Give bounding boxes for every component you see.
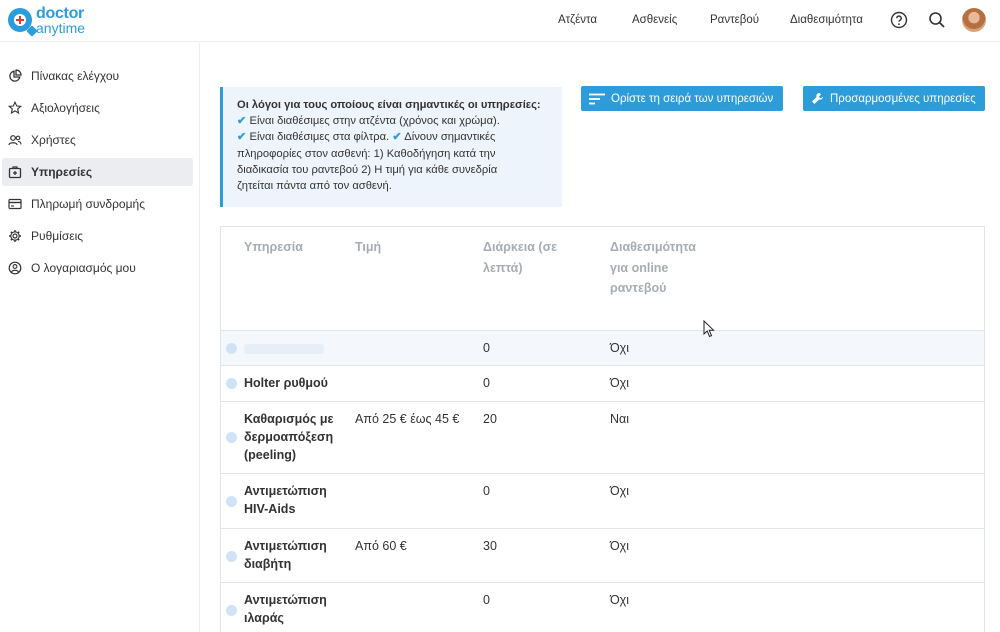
sidebar-item-my-account[interactable]: Ο λογαριασμός μου [2, 254, 193, 282]
nav-appointments[interactable]: Ραντεβού [710, 0, 759, 42]
order-services-button[interactable]: Ορίστε τη σειρά των υπηρεσιών [581, 86, 783, 111]
sort-lines-icon [589, 93, 605, 104]
header-service[interactable]: Υπηρεσία [244, 237, 303, 258]
gear-icon [9, 230, 21, 242]
wrench-icon [812, 92, 824, 104]
service-online: Όχι [610, 376, 630, 390]
service-online: Όχι [610, 539, 630, 553]
table-row[interactable]: Holter ρυθμού 0 Όχι [221, 366, 984, 402]
custom-services-button[interactable]: Προσαρμοσμένες υπηρεσίες [803, 86, 985, 111]
drag-handle-dot[interactable] [226, 378, 237, 389]
table-row[interactable]: Αντιμετώπιση διαβήτη Από 60 € 30 Όχι [221, 529, 984, 583]
sidebar-item-label: Χρήστες [31, 133, 76, 147]
sidebar-item-reviews[interactable]: Αξιολογήσεις [2, 94, 193, 122]
header-online-availability[interactable]: Διαθεσιμότητα για online ραντεβού [610, 237, 696, 299]
check-icon: ✔ [237, 131, 247, 144]
service-online: Ναι [610, 412, 630, 426]
mouse-cursor-icon [703, 320, 715, 338]
services-info-box: Οι λόγοι για τους οποίους είναι σημαντικ… [220, 87, 562, 207]
sidebar-item-services[interactable]: Υπηρεσίες [2, 158, 193, 186]
service-name: Αντιμετώπιση HIV-Aids [244, 484, 327, 516]
pie-chart-icon [9, 69, 22, 82]
sidebar-item-label: Υπηρεσίες [31, 165, 93, 179]
drag-handle-dot[interactable] [226, 551, 237, 562]
sidebar-item-settings[interactable]: Ρυθμίσεις [2, 222, 193, 250]
sidebar-item-label: Ο λογαριασμός μου [31, 261, 136, 275]
search-icon[interactable] [927, 10, 947, 30]
table-row[interactable]: Καθαρισμός με δερμοαπόξεση (peeling) Από… [221, 402, 984, 474]
service-duration: 30 [483, 539, 497, 553]
drag-handle-dot[interactable] [226, 432, 237, 443]
service-name: Αντιμετώπιση ιλαράς [244, 593, 327, 625]
drag-handle-dot[interactable] [226, 343, 237, 354]
sidebar-item-users[interactable]: Χρήστες [2, 126, 193, 154]
nav-agenda[interactable]: Ατζέντα [558, 0, 597, 42]
info-line: Είναι διαθέσιμες στην ατζέντα (χρόνος κα… [249, 115, 500, 128]
info-title: Οι λόγοι για τους οποίους είναι σημαντικ… [237, 99, 541, 111]
top-bar: doctor anytime Ατζέντα Ασθενείς Ραντεβού… [0, 0, 1000, 42]
custom-services-label: Προσαρμοσμένες υπηρεσίες [830, 92, 976, 105]
check-icon: ✔ [237, 115, 247, 128]
info-line: ζητείται πάντα από τον ασθενή. [237, 180, 392, 193]
service-name: Αντιμετώπιση διαβήτη [244, 539, 327, 571]
credit-card-icon [8, 198, 22, 210]
sidebar-item-dashboard[interactable]: Πίνακας ελέγχου [2, 62, 193, 90]
check-icon: ✔ [392, 131, 402, 144]
logo-icon [8, 8, 32, 32]
services-table: Υπηρεσία Τιμή Διάρκεια (σε λεπτά) Διαθεσ… [220, 226, 985, 632]
table-row[interactable]: Αντιμετώπιση ιλαράς 0 Όχι [221, 583, 984, 632]
service-online: Όχι [610, 341, 630, 355]
table-header: Υπηρεσία Τιμή Διάρκεια (σε λεπτά) Διαθεσ… [221, 227, 984, 331]
service-name-blurred [244, 344, 324, 354]
logo[interactable]: doctor anytime [8, 6, 85, 35]
service-price: Από 25 € έως 45 € [355, 412, 460, 426]
sidebar-item-label: Πίνακας ελέγχου [31, 69, 120, 83]
info-line: Δίνουν σημαντικές [404, 131, 496, 144]
drag-handle-dot[interactable] [226, 605, 237, 616]
service-name: Καθαρισμός με δερμοαπόξεση (peeling) [244, 412, 334, 462]
users-icon [8, 135, 22, 146]
service-online: Όχι [610, 593, 630, 607]
service-duration: 0 [483, 376, 490, 390]
order-services-label: Ορίστε τη σειρά των υπηρεσιών [611, 92, 774, 105]
info-line: πληροφορίες στον ασθενή: 1) Καθοδήγηση κ… [237, 147, 496, 160]
drag-handle-dot[interactable] [226, 496, 237, 507]
service-duration: 20 [483, 412, 497, 426]
sidebar: Πίνακας ελέγχου Αξιολογήσεις Χρήστες Υπη… [0, 43, 200, 632]
star-icon [8, 101, 22, 115]
sidebar-item-label: Αξιολογήσεις [31, 101, 100, 115]
service-duration: 0 [483, 484, 490, 498]
service-duration: 0 [483, 593, 490, 607]
sidebar-item-label: Πληρωμή συνδρομής [31, 197, 145, 211]
info-line: διαδικασία του ραντεβού 2) Η τιμή για κά… [237, 163, 498, 176]
table-row[interactable]: Αντιμετώπιση HIV-Aids 0 Όχι [221, 474, 984, 529]
nav-patients[interactable]: Ασθενείς [632, 0, 677, 42]
header-price[interactable]: Τιμή [355, 237, 381, 258]
service-duration: 0 [483, 341, 490, 355]
sidebar-item-subscription-payment[interactable]: Πληρωμή συνδρομής [2, 190, 193, 218]
service-name: Holter ρυθμού [244, 376, 328, 390]
service-online: Όχι [610, 484, 630, 498]
medical-bag-icon [8, 166, 22, 179]
nav-availability[interactable]: Διαθεσιμότητα [790, 0, 863, 42]
header-duration[interactable]: Διάρκεια (σε λεπτά) [483, 237, 557, 278]
help-circle-icon[interactable] [889, 10, 909, 30]
account-circle-icon [8, 261, 22, 275]
table-row[interactable]: 0 Όχι [221, 331, 984, 366]
user-avatar[interactable] [962, 8, 986, 32]
service-price: Από 60 € [355, 539, 407, 553]
sidebar-item-label: Ρυθμίσεις [31, 229, 84, 243]
logo-text-line2: anytime [36, 20, 86, 36]
info-line: Είναι διαθέσιμες στα φίλτρα. [249, 131, 390, 144]
